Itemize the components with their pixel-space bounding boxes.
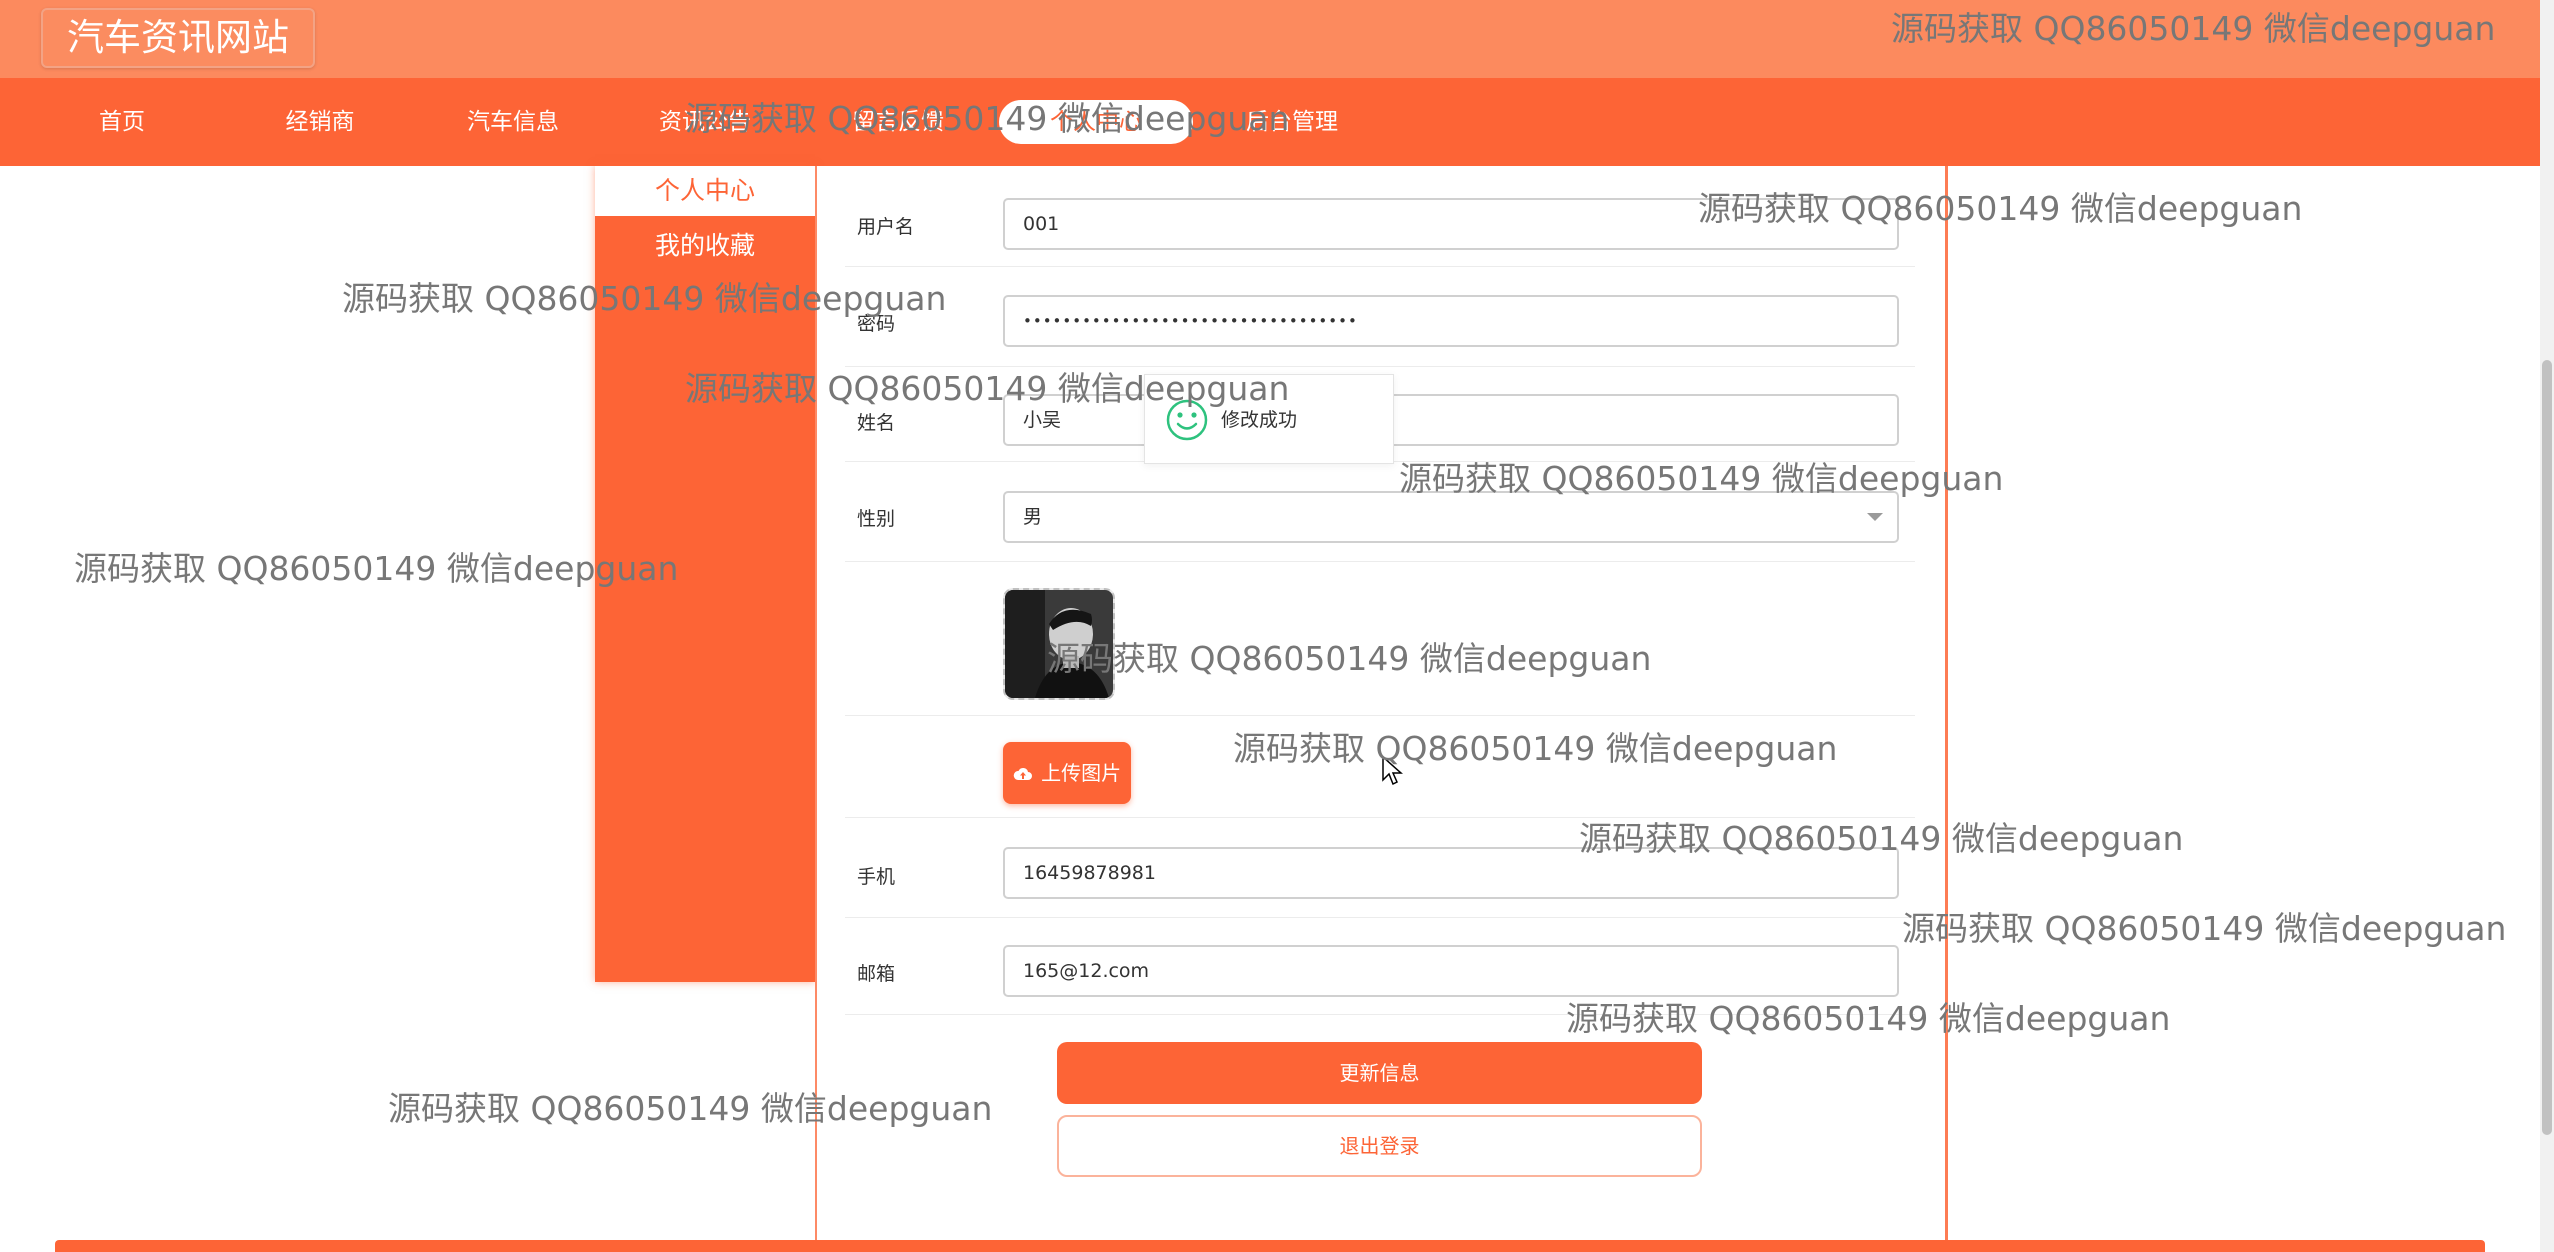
upload-image-label: 上传图片 — [1041, 761, 1122, 785]
phone-field[interactable]: 16459878981 — [1003, 847, 1899, 899]
nav-item-car-info[interactable]: 汽车信息 — [453, 100, 573, 144]
username-label: 用户名 — [857, 216, 915, 238]
footer-bar — [55, 1240, 2485, 1252]
name-label: 姓名 — [857, 412, 896, 434]
phone-label: 手机 — [857, 866, 896, 888]
smile-icon — [1166, 399, 1208, 441]
name-field[interactable]: 小吴 — [1003, 394, 1899, 446]
nav-item-feedback[interactable]: 留言反馈 — [838, 100, 958, 144]
cloud-upload-icon — [1013, 767, 1032, 780]
password-field[interactable]: •••••••••••••••••••••••••••••••••• — [1003, 295, 1899, 347]
logout-button[interactable]: 退出登录 — [1057, 1115, 1702, 1177]
mouse-cursor-icon — [1382, 755, 1404, 790]
site-title[interactable]: 汽车资讯网站 — [41, 8, 315, 68]
watermark: 源码获取 QQ86050149 微信deepguan — [1902, 909, 2507, 948]
gender-selected-value: 男 — [1023, 506, 1043, 528]
nav-item-personal-center[interactable]: 个人中心 — [999, 100, 1193, 144]
success-toast: 修改成功 — [1144, 374, 1394, 464]
sidebar-item-personal-center[interactable]: 个人中心 — [595, 166, 815, 216]
email-label: 邮箱 — [857, 963, 896, 985]
top-header: 汽车资讯网站 — [0, 0, 2540, 78]
email-field[interactable]: 165@12.com — [1003, 945, 1899, 997]
scrollbar-thumb[interactable] — [2542, 360, 2552, 1135]
gender-label: 性别 — [857, 508, 896, 530]
avatar — [1003, 588, 1115, 700]
nav-item-dealers[interactable]: 经销商 — [260, 100, 380, 144]
sidebar: 个人中心 我的收藏 — [595, 166, 815, 982]
nav-item-admin[interactable]: 后台管理 — [1232, 100, 1352, 144]
upload-image-button[interactable]: 上传图片 — [1003, 742, 1131, 804]
gender-select[interactable]: 男 — [1003, 491, 1899, 543]
chevron-down-icon — [1867, 513, 1883, 521]
main-nav: 首页 经销商 汽车信息 资讯公告 留言反馈 个人中心 后台管理 — [0, 78, 2540, 166]
toast-message: 修改成功 — [1221, 409, 1298, 431]
nav-item-news[interactable]: 资讯公告 — [645, 100, 765, 144]
nav-item-home[interactable]: 首页 — [62, 100, 182, 144]
username-field[interactable]: 001 — [1003, 198, 1899, 250]
sidebar-item-favorites[interactable]: 我的收藏 — [595, 221, 815, 271]
password-label: 密码 — [857, 313, 896, 335]
scrollbar[interactable] — [2540, 0, 2554, 1252]
update-info-button[interactable]: 更新信息 — [1057, 1042, 1702, 1104]
watermark: 源码获取 QQ86050149 微信deepguan — [74, 549, 679, 588]
